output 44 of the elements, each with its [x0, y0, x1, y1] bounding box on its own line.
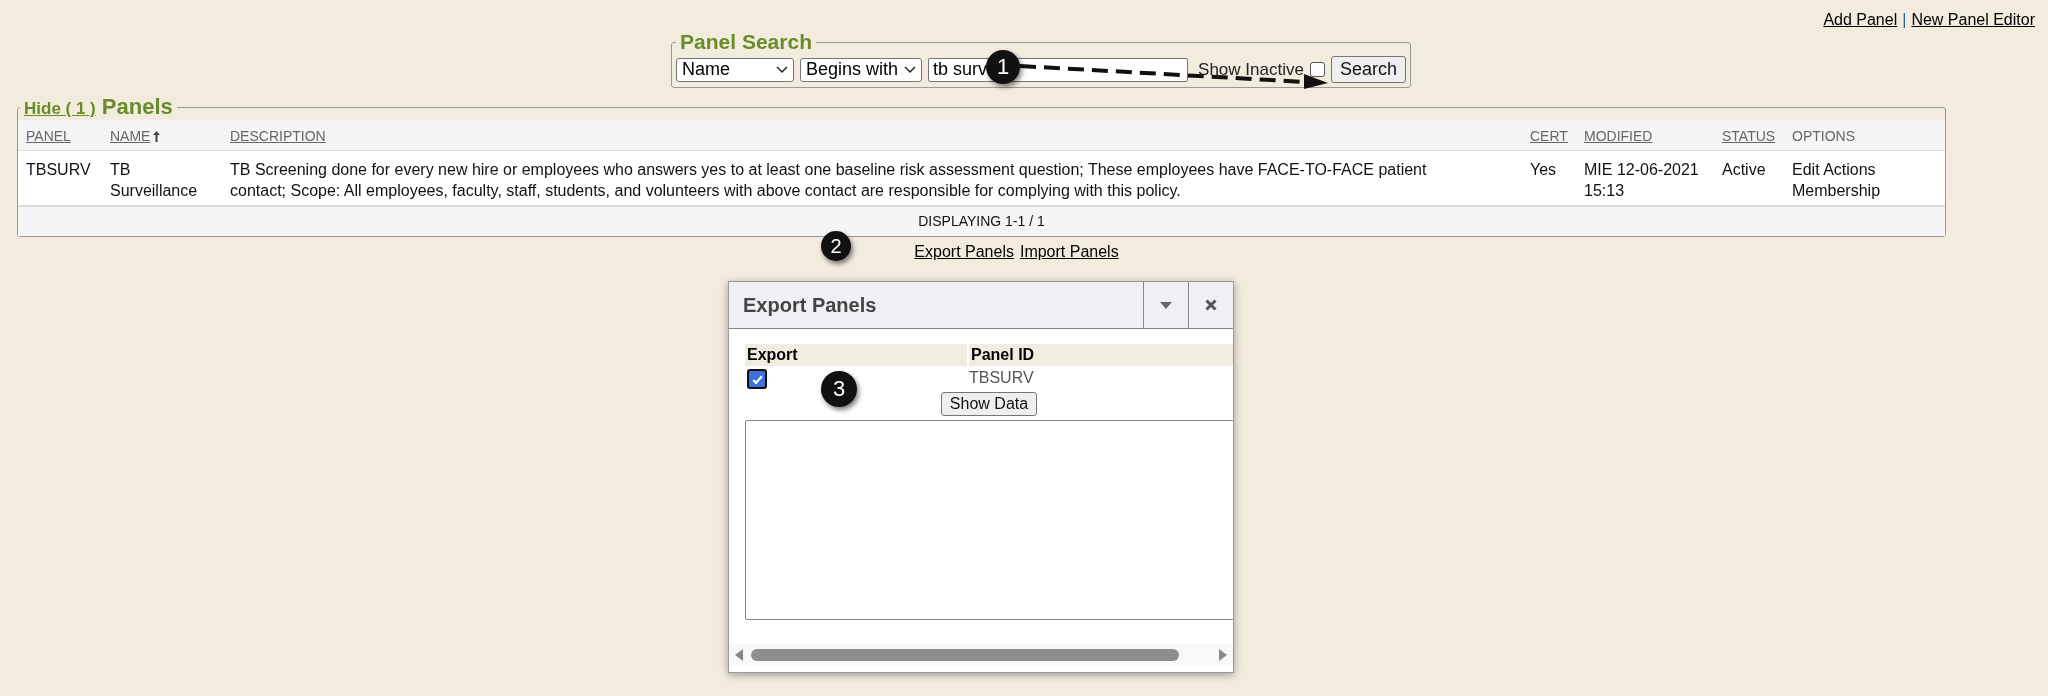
field-dropdown[interactable]: Name	[676, 57, 795, 82]
scroll-left-icon	[735, 649, 743, 661]
panels-action-link[interactable]: Export Panels	[914, 243, 1014, 261]
horizontal-scrollbar[interactable]	[729, 644, 1233, 666]
search-button[interactable]: Search	[1330, 56, 1406, 83]
callout-badge: 3	[821, 371, 857, 407]
operator-dropdown[interactable]: Begins with	[800, 57, 923, 82]
table-cell: TB Screening done for every new hire or employees who answers yes to at least one baseline risk assessment question; These employees have FACE-TO-FACE patient contact; Scope: All employees, faculty, staff, students, and volunteers with above contact are responsible for complying with this policy.	[222, 150, 1522, 207]
link-separator: |	[1902, 11, 1907, 29]
row-option-link[interactable]: Edit Actions	[1792, 159, 1937, 180]
panels-action-link[interactable]: Import Panels	[1019, 243, 1119, 261]
show-data-button[interactable]: Show Data	[940, 392, 1038, 416]
caret-down-icon	[1160, 301, 1172, 309]
chevron-down-icon	[776, 65, 789, 74]
table-cell: TBSURV	[18, 150, 102, 207]
table-cell: Active	[1714, 150, 1784, 207]
chevron-down-icon	[904, 65, 917, 74]
callout-badge: 2	[821, 231, 851, 261]
sort-up-icon	[152, 129, 162, 143]
scroll-right-icon	[1219, 649, 1227, 661]
dialog-title: Export Panels	[742, 292, 878, 318]
column-header[interactable]: PANEL	[18, 120, 102, 150]
export-checkbox[interactable]	[747, 369, 767, 389]
column-header[interactable]: DESCRIPTION	[222, 120, 1522, 150]
close-icon	[1205, 299, 1217, 311]
panel-search-title: Panel Search	[679, 30, 813, 54]
column-header[interactable]: STATUS	[1714, 120, 1784, 150]
column-header[interactable]: CERT	[1522, 120, 1576, 150]
table-cell: MIE 12-06-2021 15:13	[1576, 150, 1714, 207]
column-header: Panel ID	[967, 344, 1233, 366]
table-footer: DISPLAYING 1-1 / 1	[18, 207, 1945, 236]
callout-badge: 1	[986, 50, 1021, 84]
column-header: Export	[745, 344, 967, 366]
table-cell: Yes	[1522, 150, 1576, 207]
add-panel-link[interactable]: Add Panel	[1823, 11, 1898, 29]
table-cell: TB Surveillance	[102, 150, 222, 207]
show-inactive-label: Show Inactive	[1198, 59, 1304, 80]
column-header: OPTIONS	[1784, 120, 1945, 150]
new-panel-editor-link[interactable]: New Panel Editor	[1911, 11, 2035, 29]
column-header[interactable]: NAME	[102, 120, 222, 150]
column-header[interactable]: MODIFIED	[1576, 120, 1714, 150]
row-option-link[interactable]: Membership	[1792, 180, 1937, 201]
table-cell-text: TBSURV	[968, 368, 1035, 388]
panels-title: Panels	[101, 94, 173, 120]
